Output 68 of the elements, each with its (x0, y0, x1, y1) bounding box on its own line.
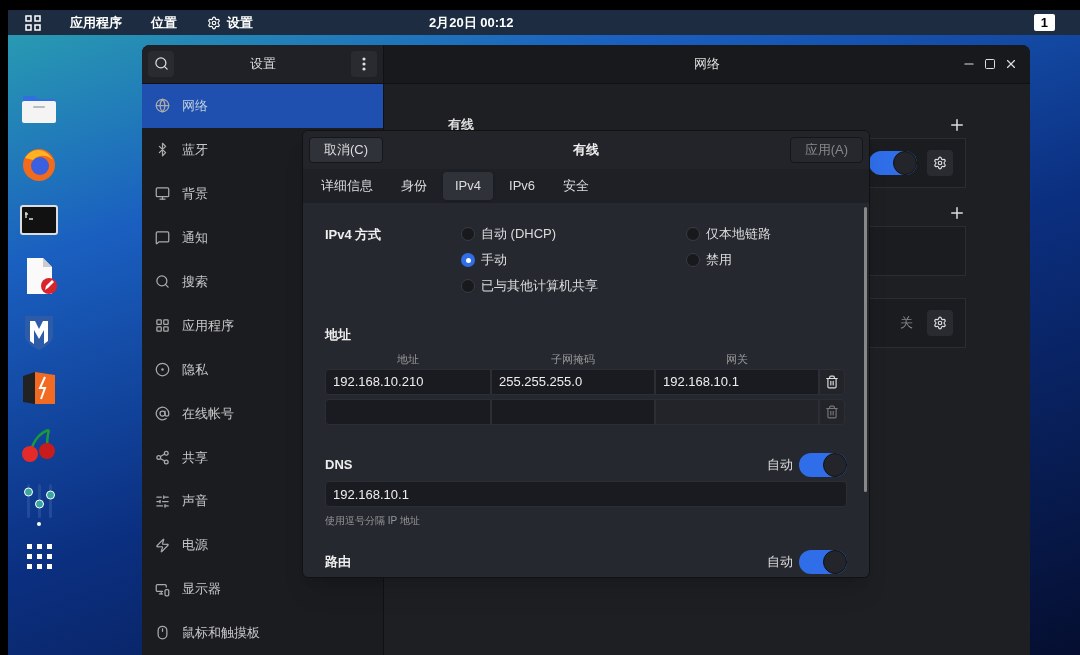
sidebar-item[interactable]: 网络 (142, 83, 383, 128)
address-input[interactable]: 255.255.255.0 (491, 369, 655, 395)
top-bar-menu[interactable]: 位置 (151, 12, 177, 33)
share-icon (155, 449, 170, 465)
tab[interactable]: 身份 (389, 172, 439, 200)
tab[interactable]: 安全 (551, 172, 602, 200)
settings-button[interactable] (927, 150, 953, 176)
close-icon[interactable] (1004, 57, 1018, 71)
toggle-label: 自动 (767, 553, 793, 572)
dns-input[interactable]: 192.168.10.1 (325, 481, 847, 507)
column-header: 子网掩码 (550, 351, 596, 367)
toggle-switch[interactable] (869, 151, 917, 175)
menu-icon (362, 56, 366, 71)
sidebar-item[interactable]: 鼠标和触摸板 (142, 611, 383, 655)
mouse-icon (155, 625, 170, 641)
workspace-indicator[interactable]: 1 (1033, 14, 1055, 31)
status-label: 关 (900, 314, 913, 333)
section-heading: DNS (325, 456, 353, 475)
toggle-label: 自动 (767, 456, 793, 475)
radio-option[interactable]: 自动 (DHCP) (461, 225, 686, 243)
search-button[interactable] (148, 50, 174, 77)
column-header: 地址 (396, 351, 420, 367)
sidebar-title: 设置 (249, 55, 276, 74)
section-heading: 地址 (325, 326, 352, 344)
grid-icon (155, 318, 170, 333)
circle-dot-icon (155, 361, 170, 377)
trash-icon (825, 405, 839, 419)
field-label: IPv4 方式 (325, 226, 383, 244)
dialog-title: 有线 (573, 141, 600, 160)
radio-option[interactable]: 仅本地链路 (686, 225, 846, 243)
section-heading: 有线 (448, 116, 474, 135)
bolt-icon (155, 537, 170, 553)
address-input[interactable]: 192.168.10.1 (655, 369, 819, 395)
gear-icon (933, 316, 947, 330)
gear-icon (933, 156, 947, 170)
window-title: 网络 (694, 55, 720, 74)
trash-icon (825, 375, 839, 389)
hint-text: 使用逗号分隔 IP 地址 (325, 514, 421, 528)
cancel-button[interactable]: 取消(C) (309, 137, 384, 163)
display-icon (155, 581, 170, 597)
toggle-switch[interactable] (799, 550, 847, 574)
settings-menu[interactable]: 设置 (207, 12, 253, 33)
search-icon (153, 56, 169, 72)
menu-button[interactable] (351, 50, 377, 77)
add-icon[interactable] (948, 116, 966, 134)
radio-option[interactable]: 手动 (461, 251, 686, 269)
sliders-icon (155, 493, 170, 509)
activities-grid-icon[interactable] (25, 14, 41, 31)
add-icon[interactable] (948, 204, 966, 222)
radio-option[interactable]: 已与其他计算机共享 (461, 277, 686, 295)
clock[interactable]: 2月20日 00:12 (429, 12, 514, 33)
radio-option[interactable]: 禁用 (686, 251, 846, 269)
tab[interactable]: IPv4 (443, 172, 493, 200)
monitor-icon (155, 186, 170, 202)
tab[interactable]: 详细信息 (309, 172, 385, 200)
gear-icon (207, 15, 221, 30)
address-input[interactable]: 192.168.10.210 (325, 369, 491, 395)
settings-button[interactable] (927, 310, 953, 336)
delete-button[interactable] (819, 369, 845, 395)
toggle-switch[interactable] (799, 453, 847, 477)
tab[interactable]: IPv6 (497, 172, 548, 200)
at-sign-icon (155, 405, 170, 421)
maximize-icon[interactable] (984, 58, 996, 70)
column-header: 网关 (725, 351, 749, 367)
top-bar-menu[interactable]: 应用程序 (70, 12, 122, 33)
globe-icon (155, 98, 170, 114)
search-icon (155, 274, 170, 290)
message-icon (155, 230, 170, 246)
